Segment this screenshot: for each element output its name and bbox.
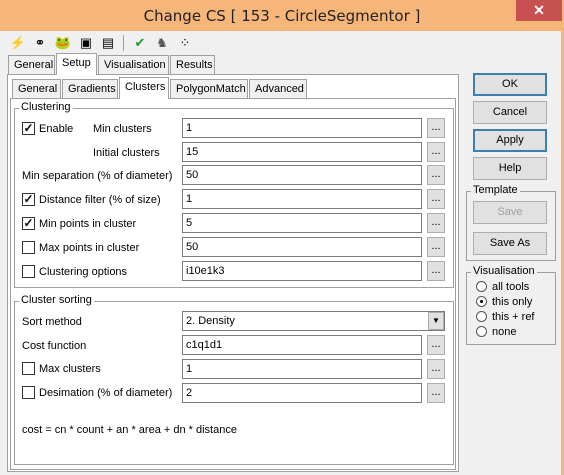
template-save-as-button[interactable]: Save As xyxy=(473,232,547,255)
template-group-label: Template xyxy=(471,184,520,197)
tab-visualisation[interactable]: Visualisation xyxy=(98,55,169,75)
window-title: Change CS [ 153 - CircleSegmentor ] xyxy=(143,7,421,25)
max-points-more-button[interactable]: ... xyxy=(427,237,445,257)
radio-none-label: none xyxy=(492,326,517,338)
sort-method-value: 2. Density xyxy=(186,315,235,327)
min-separation-label: Min separation (% of diameter) xyxy=(22,170,173,182)
tab-setup[interactable]: Setup xyxy=(56,53,97,75)
min-clusters-label: Min clusters xyxy=(93,123,152,135)
subtab-gradients[interactable]: Gradients xyxy=(62,79,118,99)
initial-clusters-more-button[interactable]: ... xyxy=(427,142,445,162)
max-clusters-more-button[interactable]: ... xyxy=(427,359,445,379)
clustering-options-label: Clustering options xyxy=(39,266,128,278)
chevron-down-icon[interactable]: ▼ xyxy=(428,312,444,330)
clustering-group-label: Clustering xyxy=(19,101,73,114)
max-points-label: Max points in cluster xyxy=(39,242,140,254)
radio-this-only-label: this only xyxy=(492,296,533,308)
initial-clusters-input[interactable]: 15 xyxy=(182,142,422,162)
min-points-input[interactable]: 5 xyxy=(182,213,422,233)
tab-general[interactable]: General xyxy=(8,55,55,75)
visualisation-group-label: Visualisation xyxy=(471,265,537,278)
figure-icon[interactable]: ♞ xyxy=(153,34,171,52)
desimation-input[interactable]: 2 xyxy=(182,383,422,403)
enable-checkbox[interactable]: ✓ xyxy=(22,122,35,135)
min-clusters-input[interactable]: 1 xyxy=(182,118,422,138)
clustering-options-more-button[interactable]: ... xyxy=(427,261,445,281)
subtab-polygonmatch[interactable]: PolygonMatch xyxy=(170,79,248,99)
radio-all-tools[interactable] xyxy=(476,281,487,292)
radio-this-plus-ref[interactable] xyxy=(476,311,487,322)
link-icon[interactable]: ⚭ xyxy=(31,34,49,52)
max-points-checkbox[interactable] xyxy=(22,241,35,254)
dots-icon[interactable]: ⁘ xyxy=(176,34,194,52)
min-points-label: Min points in cluster xyxy=(39,218,137,230)
min-points-checkbox[interactable]: ✓ xyxy=(22,217,35,230)
radio-this-only[interactable] xyxy=(476,296,487,307)
sort-method-label: Sort method xyxy=(22,316,82,328)
cost-function-label: Cost function xyxy=(22,340,87,352)
subtab-advanced[interactable]: Advanced xyxy=(249,79,307,99)
tab-results[interactable]: Results xyxy=(170,55,215,75)
distance-filter-label: Distance filter (% of size) xyxy=(39,194,161,206)
max-clusters-label: Max clusters xyxy=(39,363,101,375)
distance-filter-checkbox[interactable]: ✓ xyxy=(22,193,35,206)
subtab-general[interactable]: General xyxy=(12,79,61,99)
max-clusters-input[interactable]: 1 xyxy=(182,359,422,379)
min-clusters-more-button[interactable]: ... xyxy=(427,118,445,138)
lightning-icon[interactable]: ⚡ xyxy=(9,34,27,52)
cost-formula: cost = cn * count + an * area + dn * dis… xyxy=(22,424,237,436)
frog-icon[interactable]: 🐸 xyxy=(54,34,72,52)
distance-filter-input[interactable]: 1 xyxy=(182,189,422,209)
clustering-options-input[interactable]: i10e1k3 xyxy=(182,261,422,281)
radio-this-plus-ref-label: this + ref xyxy=(492,311,535,323)
cancel-button[interactable]: Cancel xyxy=(473,101,547,124)
desimation-checkbox[interactable] xyxy=(22,386,35,399)
cluster-sorting-group-label: Cluster sorting xyxy=(19,294,94,307)
desimation-more-button[interactable]: ... xyxy=(427,383,445,403)
max-clusters-checkbox[interactable] xyxy=(22,362,35,375)
sort-method-select[interactable]: 2. Density ▼ xyxy=(182,311,445,331)
template-save-button[interactable]: Save xyxy=(473,201,547,224)
desimation-label: Desimation (% of diameter) xyxy=(39,387,173,399)
min-points-more-button[interactable]: ... xyxy=(427,213,445,233)
radio-all-tools-label: all tools xyxy=(492,281,530,293)
subtab-clusters[interactable]: Clusters xyxy=(119,77,169,99)
min-separation-more-button[interactable]: ... xyxy=(427,165,445,185)
cost-function-input[interactable]: c1q1d1 xyxy=(182,335,422,355)
help-button[interactable]: Help xyxy=(473,157,547,180)
distance-filter-more-button[interactable]: ... xyxy=(427,189,445,209)
toolbar: ⚡ ⚭ 🐸 ▣ ▤ ✔ ♞ ⁘ xyxy=(0,31,564,55)
enable-label: Enable xyxy=(39,123,74,135)
max-points-input[interactable]: 50 xyxy=(182,237,422,257)
ok-button[interactable]: OK xyxy=(473,73,547,96)
cost-function-more-button[interactable]: ... xyxy=(427,335,445,355)
notes-icon[interactable]: ▤ xyxy=(99,34,117,52)
checkmark-icon[interactable]: ✔ xyxy=(131,34,149,52)
title-bar: Change CS [ 153 - CircleSegmentor ] ✕ xyxy=(0,0,564,31)
radio-none[interactable] xyxy=(476,326,487,337)
close-button[interactable]: ✕ xyxy=(516,0,562,21)
min-separation-input[interactable]: 50 xyxy=(182,165,422,185)
apply-button[interactable]: Apply xyxy=(473,129,547,152)
clustering-options-checkbox[interactable] xyxy=(22,265,35,278)
console-icon[interactable]: ▣ xyxy=(77,34,95,52)
initial-clusters-label: Initial clusters xyxy=(93,147,160,159)
toolbar-separator xyxy=(123,35,124,51)
